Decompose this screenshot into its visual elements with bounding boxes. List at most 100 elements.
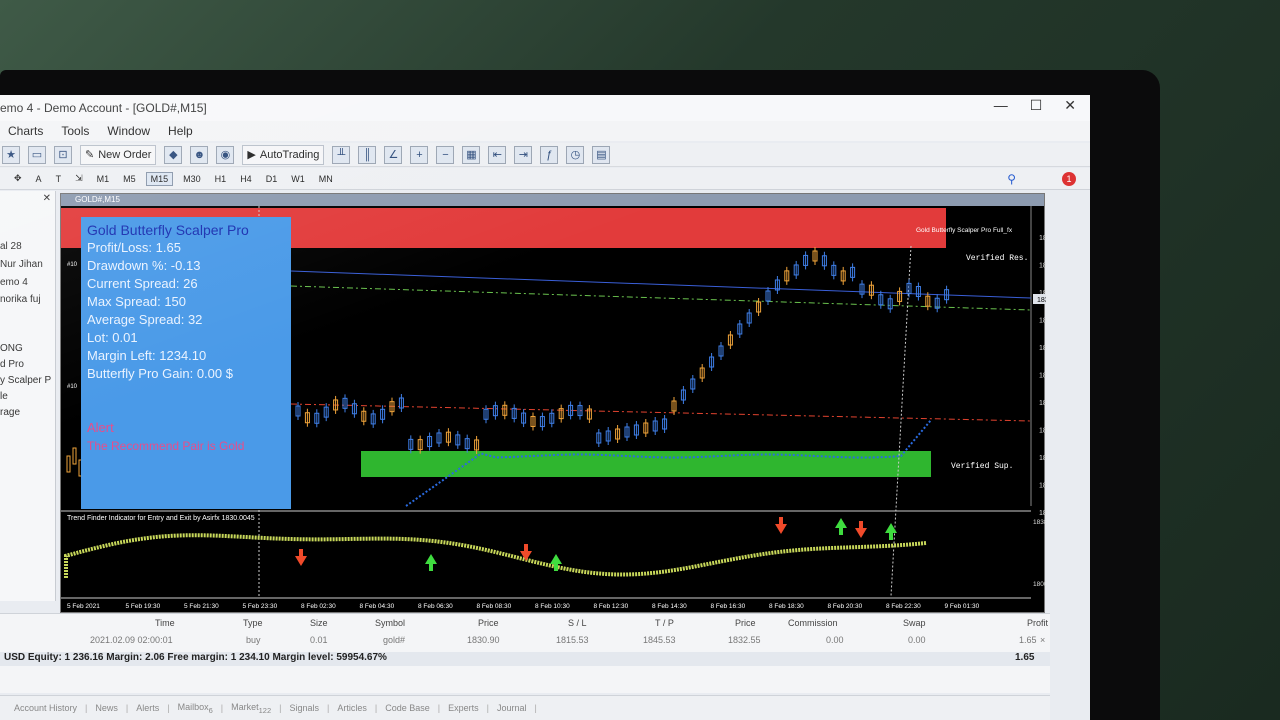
bar-chart-icon[interactable]: ╨ bbox=[332, 145, 351, 164]
navigator-close-icon[interactable]: ✕ bbox=[43, 193, 51, 204]
navigator-item[interactable]: al 28 bbox=[0, 241, 22, 252]
notification-badge-icon[interactable]: 1 bbox=[1062, 171, 1076, 186]
navigator-item[interactable]: Nur Jihan bbox=[0, 259, 43, 270]
navigator-item[interactable]: y Scalper P bbox=[0, 375, 51, 386]
templates-icon[interactable]: ▤ bbox=[592, 145, 611, 164]
timeframe-m5[interactable]: M5 bbox=[119, 173, 140, 185]
col-size[interactable]: Size bbox=[310, 618, 328, 628]
zoom-window-icon[interactable]: ⊡ bbox=[54, 145, 72, 164]
new-order-label: New Order bbox=[98, 148, 152, 161]
price-tick-label: 1821.00 bbox=[1039, 373, 1046, 380]
star-icon[interactable]: ★ bbox=[2, 145, 20, 164]
cell-size: 0.01 bbox=[310, 635, 328, 645]
chart-shift-icon[interactable]: ⇥ bbox=[514, 145, 533, 164]
tile-icon[interactable]: ▦ bbox=[462, 145, 481, 164]
navigator-item[interactable]: le bbox=[0, 391, 8, 402]
navigator-item[interactable]: norika fuj bbox=[0, 294, 41, 305]
cell-symbol: gold# bbox=[383, 635, 406, 645]
cell-swap: 0.00 bbox=[908, 635, 926, 645]
timeframe-m15[interactable]: M15 bbox=[145, 171, 174, 186]
timeframe-d1[interactable]: D1 bbox=[262, 173, 282, 185]
tab-separator: | bbox=[167, 703, 170, 713]
col-profit[interactable]: Profit bbox=[1027, 618, 1048, 628]
navigator-item[interactable]: emo 4 bbox=[0, 277, 28, 288]
tab-articles[interactable]: Articles bbox=[337, 703, 367, 713]
tab-journal[interactable]: Journal bbox=[497, 703, 527, 713]
info-drawdown: Drawdown %: -0.13 bbox=[87, 258, 201, 273]
crosshair-icon[interactable]: ✥ bbox=[10, 172, 26, 185]
col-tp[interactable]: T / P bbox=[655, 618, 674, 628]
time-tick-label: 8 Feb 06:30 bbox=[418, 603, 453, 610]
col-sl[interactable]: S / L bbox=[568, 618, 587, 628]
auto-trading-button[interactable]: ▶ AutoTrading bbox=[242, 144, 325, 165]
candle-chart-icon[interactable]: ║ bbox=[358, 145, 377, 164]
time-tick-label: 8 Feb 16:30 bbox=[711, 603, 746, 610]
menu-window[interactable]: Window bbox=[107, 124, 150, 138]
minimize-icon[interactable]: — bbox=[994, 97, 1008, 114]
menu-charts[interactable]: Charts bbox=[8, 124, 43, 138]
timeframe-h1[interactable]: H1 bbox=[211, 173, 231, 185]
new-order-button[interactable]: ✎ New Order bbox=[80, 144, 157, 165]
tab-mailbox[interactable]: Mailbox6 bbox=[178, 702, 213, 715]
navigator-item[interactable]: rage bbox=[0, 407, 20, 418]
subwindow-top-label: 1838.2405 bbox=[1033, 519, 1046, 526]
auto-trading-label: AutoTrading bbox=[259, 148, 320, 161]
col-symbol[interactable]: Symbol bbox=[375, 618, 405, 628]
scroll-chart-icon[interactable]: ⇤ bbox=[488, 145, 507, 164]
sell-arrow-icon bbox=[520, 544, 532, 561]
globe-icon[interactable]: ◉ bbox=[216, 145, 235, 164]
tab-code-base[interactable]: Code Base bbox=[385, 703, 430, 713]
timeframe-h4[interactable]: H4 bbox=[236, 173, 256, 185]
timeframe-m1[interactable]: M1 bbox=[93, 173, 114, 185]
verified-support-label: Verified Sup. bbox=[951, 462, 1013, 471]
market-watch-icon[interactable]: ◆ bbox=[164, 145, 183, 164]
close-icon[interactable]: ✕ bbox=[1064, 97, 1076, 114]
col-time[interactable]: Time bbox=[155, 618, 175, 628]
label-tool-icon[interactable]: T bbox=[52, 173, 66, 185]
col-current-price[interactable]: Price bbox=[735, 618, 756, 628]
close-position-icon[interactable]: × bbox=[1040, 635, 1045, 645]
tab-separator: | bbox=[220, 703, 224, 713]
timeframe-w1[interactable]: W1 bbox=[287, 173, 309, 185]
tab-separator: | bbox=[85, 703, 88, 713]
tab-alerts[interactable]: Alerts bbox=[136, 703, 159, 713]
equity-text: USD Equity: 1 236.16 Margin: 2.06 Free m… bbox=[4, 652, 387, 663]
tab-experts[interactable]: Experts bbox=[448, 703, 479, 713]
timeframe-m30[interactable]: M30 bbox=[179, 173, 205, 185]
periods-icon[interactable]: ◷ bbox=[566, 145, 585, 164]
chart-window[interactable]: GOLD#,M15 1839.90 1836.10 1832.55 1828.60 18… bbox=[60, 193, 1046, 613]
price-tick-label: 1813.50 bbox=[1039, 428, 1046, 435]
tab-market[interactable]: Market122 bbox=[231, 702, 271, 715]
tab-account-history[interactable]: Account History bbox=[14, 703, 77, 713]
col-price[interactable]: Price bbox=[478, 618, 499, 628]
search-icon[interactable]: ⚲ bbox=[1007, 172, 1016, 186]
tab-mailbox-badge: 6 bbox=[208, 705, 213, 715]
sell-arrow-icon bbox=[775, 517, 787, 534]
menu-help[interactable]: Help bbox=[168, 124, 193, 138]
arrows-tool-icon[interactable]: ⇲ bbox=[71, 172, 87, 185]
table-row[interactable]: 2021.02.09 02:00:01 buy 0.01 gold# 1830.… bbox=[0, 635, 1050, 647]
col-type[interactable]: Type bbox=[243, 618, 263, 628]
tab-signals[interactable]: Signals bbox=[290, 703, 320, 713]
text-tool-icon[interactable]: A bbox=[32, 173, 46, 185]
tab-news[interactable]: News bbox=[95, 703, 118, 713]
col-swap[interactable]: Swap bbox=[903, 618, 926, 628]
navigator-item[interactable]: ONG bbox=[0, 343, 23, 354]
auto-trading-icon: ▶ bbox=[247, 149, 256, 161]
order-marker: #10 bbox=[67, 384, 78, 390]
indicators-icon[interactable]: ƒ bbox=[540, 145, 559, 164]
people-icon[interactable]: ☻ bbox=[190, 145, 209, 164]
tab-market-badge: 122 bbox=[258, 705, 272, 715]
navigator-item[interactable]: d Pro bbox=[0, 359, 24, 370]
zoom-out-icon[interactable]: − bbox=[436, 145, 455, 164]
window-icon[interactable]: ▭ bbox=[28, 145, 46, 164]
line-chart-icon[interactable]: ∠ bbox=[384, 145, 403, 164]
menu-tools[interactable]: Tools bbox=[61, 124, 89, 138]
time-tick-label: 8 Feb 20:30 bbox=[828, 603, 863, 610]
time-tick-label: 9 Feb 01:30 bbox=[945, 603, 980, 610]
col-commission[interactable]: Commission bbox=[788, 618, 838, 628]
maximize-icon[interactable]: ☐ bbox=[1030, 97, 1043, 114]
time-tick-label: 8 Feb 02:30 bbox=[301, 603, 336, 610]
zoom-in-icon[interactable]: + bbox=[410, 145, 429, 164]
timeframe-mn[interactable]: MN bbox=[315, 173, 337, 185]
